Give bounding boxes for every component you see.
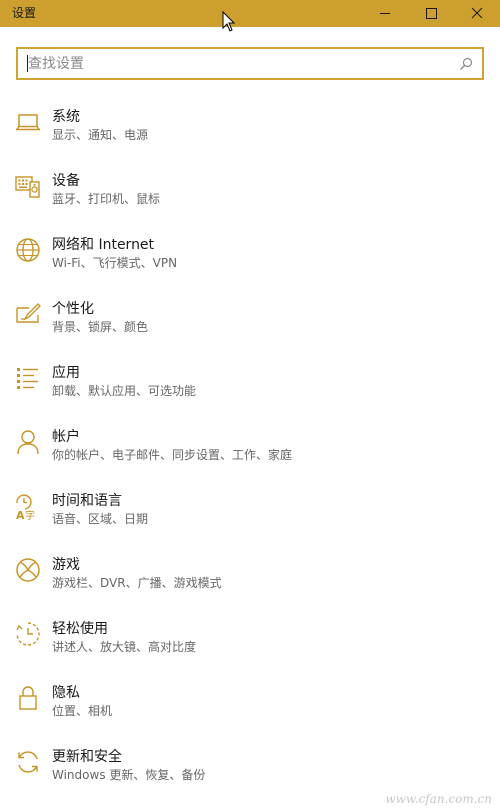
category-gaming[interactable]: 游戏 游戏栏、DVR、广播、游戏模式	[0, 548, 500, 612]
category-description: Windows 更新、恢复、备份	[52, 768, 206, 782]
category-personalization[interactable]: 个性化 背景、锁屏、颜色	[0, 292, 500, 356]
keyboard-device-icon	[15, 176, 40, 198]
lock-icon	[19, 686, 37, 710]
category-description: Wi-Fi、飞行模式、VPN	[52, 256, 178, 270]
search-icon[interactable]	[459, 57, 473, 71]
svg-text:字: 字	[25, 509, 35, 520]
category-name: 帐户	[52, 429, 80, 445]
time-language-icon: A 字	[16, 494, 35, 520]
category-ease-of-access[interactable]: 轻松使用 讲述人、放大镜、高对比度	[0, 612, 500, 676]
text-caret	[27, 55, 28, 72]
category-description: 游戏栏、DVR、广播、游戏模式	[52, 576, 222, 590]
category-description: 位置、相机	[52, 704, 113, 718]
minimize-icon	[380, 13, 390, 14]
settings-category-list: 系统 显示、通知、电源 设备 蓝牙、打印机、鼠标 网络和 Internet Wi…	[0, 100, 500, 804]
search-box[interactable]	[16, 47, 484, 80]
category-description: 卸载、默认应用、可选功能	[52, 384, 197, 398]
category-privacy[interactable]: 隐私 位置、相机	[0, 676, 500, 740]
category-name: 更新和安全	[52, 749, 122, 765]
category-system[interactable]: 系统 显示、通知、电源	[0, 100, 500, 164]
category-description: 背景、锁屏、颜色	[52, 320, 149, 334]
maximize-button[interactable]	[408, 0, 454, 27]
mouse-cursor-icon	[222, 11, 236, 32]
category-name: 时间和语言	[52, 493, 122, 509]
category-description: 显示、通知、电源	[52, 128, 149, 142]
settings-window: 设置 查找设置 系统 显示、通知、电源 设备 蓝牙、打印机、鼠标 网络和 Int…	[0, 0, 500, 812]
category-description: 语音、区域、日期	[52, 512, 149, 526]
category-devices[interactable]: 设备 蓝牙、打印机、鼠标	[0, 164, 500, 228]
category-name: 隐私	[52, 685, 80, 701]
watermark: www.cfan.com.cn	[385, 792, 492, 806]
category-description: 蓝牙、打印机、鼠标	[52, 192, 161, 206]
category-name: 个性化	[52, 301, 94, 317]
close-icon	[471, 7, 483, 19]
ease-of-access-icon	[16, 622, 40, 646]
title-bar[interactable]: 设置	[0, 0, 500, 27]
category-description: 你的帐户、电子邮件、同步设置、工作、家庭	[52, 448, 293, 462]
category-apps[interactable]: 应用 卸载、默认应用、可选功能	[0, 356, 500, 420]
window-title: 设置	[12, 6, 37, 20]
category-time-language[interactable]: A 字 时间和语言 语音、区域、日期	[0, 484, 500, 548]
globe-icon	[16, 238, 40, 262]
category-name: 游戏	[52, 557, 80, 573]
category-description: 讲述人、放大镜、高对比度	[52, 640, 197, 654]
maximize-icon	[426, 8, 437, 19]
apps-list-icon	[17, 368, 38, 389]
paint-brush-icon	[16, 303, 41, 323]
svg-text:A: A	[16, 509, 25, 520]
category-name: 应用	[52, 365, 80, 381]
category-name: 网络和 Internet	[52, 237, 155, 253]
sync-icon	[18, 751, 38, 773]
close-button[interactable]	[454, 0, 500, 27]
minimize-button[interactable]	[362, 0, 408, 27]
category-name: 轻松使用	[52, 621, 108, 637]
laptop-icon	[16, 114, 40, 131]
category-accounts[interactable]: 帐户 你的帐户、电子邮件、同步设置、工作、家庭	[0, 420, 500, 484]
person-icon	[17, 430, 39, 455]
category-network[interactable]: 网络和 Internet Wi-Fi、飞行模式、VPN	[0, 228, 500, 292]
xbox-icon	[16, 558, 40, 582]
search-input[interactable]	[18, 49, 458, 78]
category-name: 系统	[52, 109, 80, 125]
category-name: 设备	[52, 173, 80, 189]
